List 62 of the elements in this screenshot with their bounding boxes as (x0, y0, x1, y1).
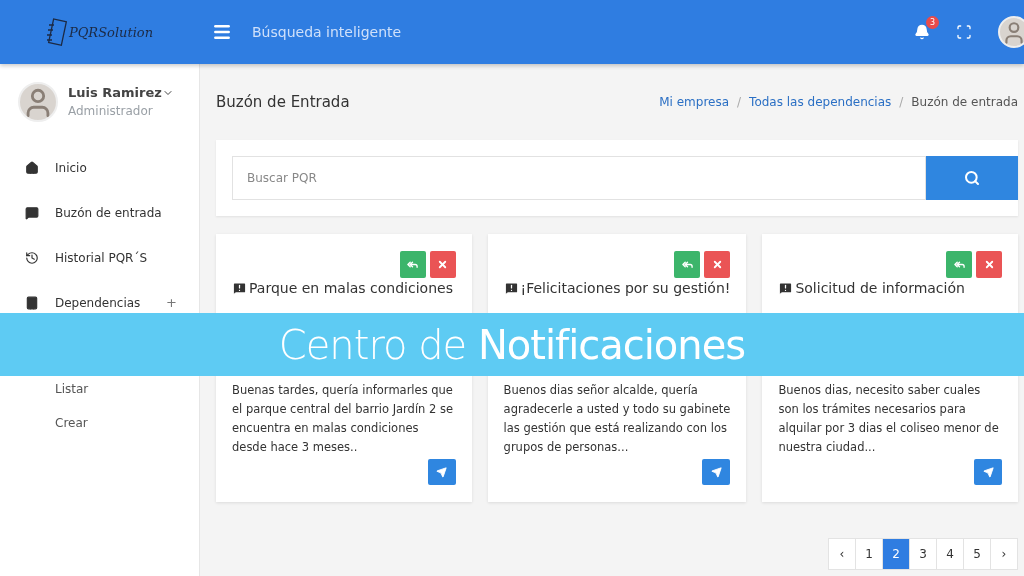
breadcrumb-current[interactable]: Buzón de entrada (911, 95, 1018, 109)
sidebar-subitem[interactable]: Crear (55, 413, 88, 433)
chat-icon (25, 205, 39, 220)
notebook-icon (46, 18, 67, 46)
send-icon (436, 466, 448, 478)
page-button[interactable]: 3 (909, 538, 937, 570)
user-role: Administrador (68, 104, 153, 118)
reply-all-icon (407, 259, 419, 270)
previous-page-button[interactable]: ‹ (828, 538, 856, 570)
sidebar-subitem[interactable]: Listar (55, 379, 89, 399)
logo-text: PQRSolution (68, 24, 153, 40)
alert-message-icon (503, 280, 519, 296)
banner-title: Centro de Notificaciones (0, 313, 1024, 376)
card-title: Parque en malas condiciones (232, 280, 456, 296)
next-page-button[interactable]: › (990, 538, 1018, 570)
send-icon (710, 466, 722, 478)
page-button[interactable]: 5 (963, 538, 991, 570)
fullscreen-button[interactable] (956, 24, 972, 40)
close-icon (983, 259, 995, 270)
send-button[interactable] (427, 459, 456, 485)
search-field[interactable]: Buscar PQR (232, 156, 926, 200)
send-icon (982, 466, 994, 478)
profile-avatar (18, 82, 58, 122)
card-title: Solicitud de información (778, 280, 1002, 296)
user-name[interactable]: Luis Ramirez (68, 85, 174, 100)
menu-button[interactable] (212, 22, 232, 42)
page-button[interactable]: 1 (855, 538, 883, 570)
notification-count: 3 (926, 16, 939, 29)
sidebar-item[interactable]: Buzón de entrada (0, 201, 199, 224)
reply-button[interactable] (674, 251, 701, 278)
sidebar-item[interactable]: Inicio (0, 156, 199, 179)
send-button[interactable] (974, 459, 1002, 485)
page-title: Buzón de Entrada (216, 93, 350, 111)
breadcrumb-link[interactable]: Mi empresa (659, 95, 730, 109)
sidebar-item[interactable]: Dependencias + (0, 291, 199, 314)
breadcrumb-link[interactable]: Todas las dependencias (749, 95, 892, 109)
delete-button[interactable] (976, 251, 1002, 278)
send-button[interactable] (702, 459, 731, 485)
card-message: Buenos dias, necesito saber cuales son los trámites necesarios para alquilar por 3 dias el coliseo menor de nuestra ciudad... (778, 382, 1000, 457)
reply-button[interactable] (946, 251, 972, 278)
reply-button[interactable] (399, 251, 426, 278)
page-button[interactable]: 4 (936, 538, 964, 570)
breadcrumb-separator: / (899, 95, 904, 109)
card-title: ¡Felicitaciones por su gestión! (503, 280, 731, 296)
user-avatar[interactable] (998, 16, 1024, 48)
delete-button[interactable] (704, 251, 731, 278)
reply-all-icon (953, 259, 965, 270)
close-icon (437, 259, 449, 270)
breadcrumb-separator: / (737, 95, 742, 109)
home-icon (25, 160, 39, 175)
alert-message-icon (778, 280, 794, 296)
reply-all-icon (681, 259, 693, 270)
sidebar-item[interactable]: Historial PQR´S (0, 246, 199, 269)
card-message: Buenos dias señor alcalde, quería agradecerle a usted y todo su gabinete las gestión que está realizando con los grupos de personas... (503, 382, 731, 457)
alert-message-icon (232, 280, 247, 296)
delete-button[interactable] (429, 251, 456, 278)
search-icon (964, 170, 980, 186)
history-icon (25, 250, 39, 265)
close-icon (711, 259, 723, 270)
card-message: Buenas tardes, quería informarles que el parque central del barrio Jardín 2 se encuentra en malas condiciones desde hace 3 meses.. (232, 382, 455, 457)
page-button[interactable]: 2 (882, 538, 910, 570)
notifications-button[interactable] (914, 24, 930, 40)
